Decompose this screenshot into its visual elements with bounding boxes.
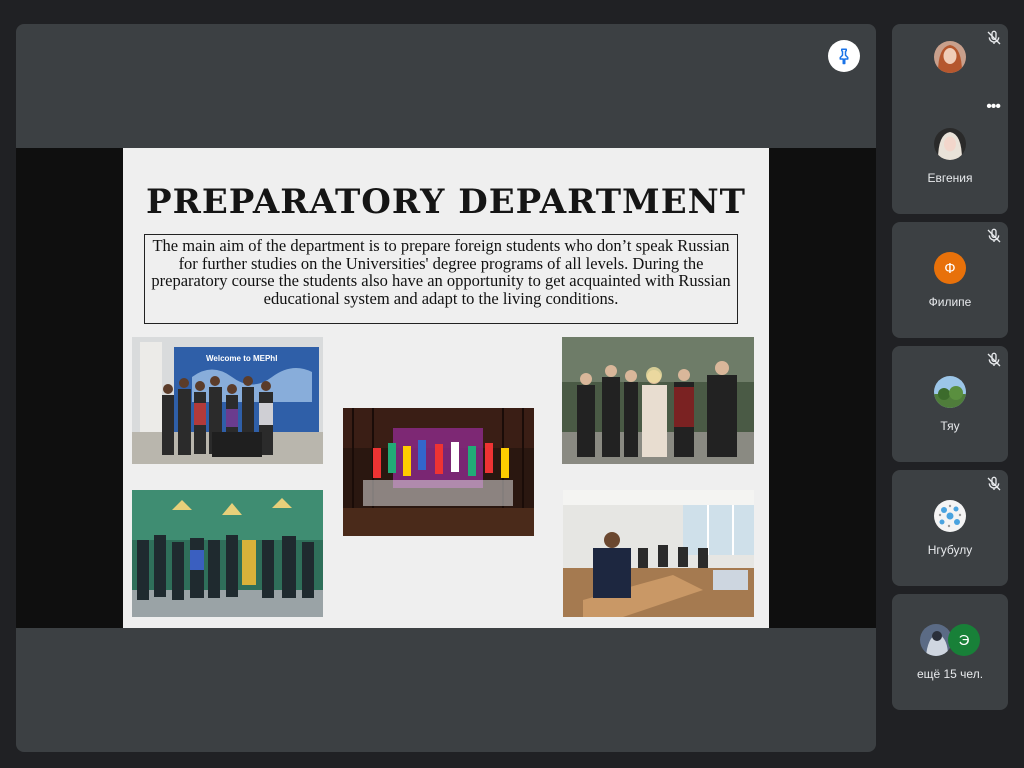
avatar: Ф [934, 252, 966, 284]
photo-winter-group [132, 490, 323, 617]
photo-classroom [563, 490, 754, 617]
avatar [934, 41, 966, 73]
participant-name: Евгения [927, 171, 973, 185]
more-participants-label: ещё 15 чел. [916, 667, 984, 681]
others-tile[interactable]: Э ещё 15 чел. [892, 594, 1008, 710]
slide-title: PREPARATORY DEPARTMENT [146, 182, 746, 222]
photo-welcome-mephi: Welcome to MEPhI [132, 337, 323, 464]
slide-description: The main aim of the department is to pre… [144, 234, 738, 324]
mic-off-icon [987, 30, 1001, 45]
photo-outdoor-group [562, 337, 754, 464]
avatar [934, 500, 966, 532]
participant-tile[interactable]: Тяу [892, 346, 1008, 462]
avatar-initial: Ф [944, 259, 956, 277]
participant-name: Нгубулу [927, 543, 973, 557]
mic-off-icon [987, 228, 1001, 243]
main-stage: PREPARATORY DEPARTMENT The main aim of t… [16, 24, 876, 752]
participant-tile[interactable]: ••• Евгения [892, 98, 1008, 214]
avatar-initial: Э [958, 631, 970, 649]
photo-stage-flags [343, 408, 534, 536]
participant-name: Филипе [928, 295, 972, 309]
avatar [934, 376, 966, 408]
more-options-icon[interactable]: ••• [986, 99, 1001, 115]
participant-tile[interactable]: Нгубулу [892, 470, 1008, 586]
pin-button[interactable] [828, 40, 860, 72]
screen-share-area: PREPARATORY DEPARTMENT The main aim of t… [16, 148, 876, 628]
mic-off-icon [987, 352, 1001, 367]
participant-tile[interactable]: Ф Филипе [892, 222, 1008, 338]
welcome-sign-text: Welcome to MEPhI [206, 354, 277, 363]
pin-icon [839, 48, 849, 65]
avatar [934, 128, 966, 160]
avatar: Э [948, 624, 980, 656]
participant-name: Тяу [940, 419, 960, 433]
presentation-slide: PREPARATORY DEPARTMENT The main aim of t… [123, 148, 769, 628]
mic-off-icon [987, 476, 1001, 491]
